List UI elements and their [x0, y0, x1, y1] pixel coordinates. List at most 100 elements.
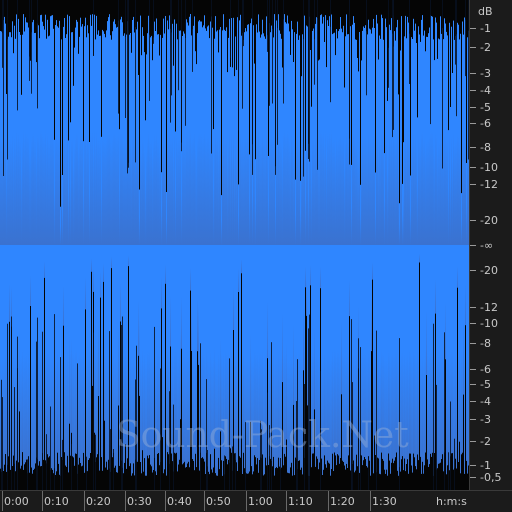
waveform-column-lower — [84, 245, 85, 473]
waveform-gap-line — [450, 401, 451, 490]
waveform-column-upper — [316, 17, 317, 246]
waveform-column-lower — [311, 245, 312, 468]
waveform-column-upper — [386, 27, 387, 246]
waveform-column-upper — [362, 30, 363, 246]
waveform-gap-line — [86, 456, 87, 490]
waveform-column-upper — [29, 56, 30, 245]
waveform-column-lower — [68, 245, 69, 473]
waveform-column-lower — [205, 245, 206, 474]
waveform-column-upper — [195, 51, 196, 246]
waveform-column-upper — [429, 27, 430, 245]
waveform-column-upper — [226, 27, 227, 245]
waveform-column-upper — [12, 21, 13, 245]
db-tick-label: -2 — [480, 435, 491, 448]
waveform-gap-line — [448, 452, 449, 490]
waveform-column-upper — [423, 35, 424, 245]
waveform-column-lower — [236, 245, 237, 463]
waveform-gap-line — [93, 332, 94, 490]
waveform-column-upper — [181, 142, 182, 245]
waveform-column-lower — [126, 245, 127, 469]
waveform-column-upper — [266, 16, 267, 246]
waveform-column-upper — [323, 16, 324, 246]
waveform-column-upper — [112, 31, 113, 246]
waveform-column-upper — [179, 30, 180, 245]
waveform-column-upper — [119, 129, 120, 245]
waveform-column-upper — [126, 34, 127, 245]
waveform-column-lower — [87, 245, 88, 472]
waveform-gap-line — [178, 0, 179, 91]
waveform-column-lower — [4, 245, 5, 465]
db-tick-label: -4 — [480, 395, 491, 408]
waveform-column-upper — [387, 100, 388, 246]
waveform-column-lower — [299, 245, 300, 461]
waveform-gap-line — [317, 0, 318, 170]
waveform-column-upper — [132, 20, 133, 245]
waveform-column-upper — [140, 15, 141, 245]
waveform-column-lower — [113, 245, 114, 453]
waveform-column-upper — [460, 33, 461, 245]
waveform-column-upper — [381, 14, 382, 246]
waveform-column-lower — [215, 245, 216, 474]
waveform-column-upper — [451, 26, 452, 246]
waveform-column-lower — [182, 245, 183, 465]
waveform-column-lower — [451, 245, 452, 454]
waveform-column-upper — [88, 33, 89, 245]
waveform-display[interactable] — [0, 0, 469, 490]
waveform-gap-line — [399, 338, 400, 490]
waveform-column-lower — [349, 245, 350, 317]
waveform-gap-line — [125, 0, 126, 118]
waveform-column-upper — [453, 20, 454, 245]
waveform-column-lower — [45, 245, 46, 461]
waveform-column-upper — [294, 32, 295, 245]
waveform-column-lower — [402, 245, 403, 457]
waveform-column-upper — [342, 32, 343, 246]
waveform-column-lower — [263, 245, 264, 476]
waveform-column-upper — [198, 21, 199, 246]
waveform-column-lower — [8, 245, 9, 457]
waveform-column-lower — [176, 245, 177, 453]
waveform-column-upper — [59, 20, 60, 245]
waveform-column-lower — [401, 245, 402, 460]
waveform-column-lower — [96, 245, 97, 458]
waveform-column-upper — [160, 34, 161, 246]
waveform-column-lower — [124, 245, 125, 463]
db-tick-label: -3 — [480, 413, 491, 426]
waveform-column-upper — [191, 35, 192, 246]
waveform-column-lower — [105, 245, 106, 468]
waveform-column-upper — [35, 32, 36, 246]
waveform-column-upper — [357, 58, 358, 245]
waveform-column-lower — [221, 245, 222, 461]
waveform-gap-line — [36, 341, 37, 490]
waveform-column-lower — [78, 245, 79, 465]
waveform-gap-line — [245, 422, 246, 490]
waveform-column-upper — [64, 18, 65, 245]
waveform-column-lower — [377, 245, 378, 458]
waveform-column-lower — [115, 245, 116, 466]
db-tick — [470, 184, 476, 185]
waveform-column-lower — [300, 245, 301, 470]
waveform-column-lower — [12, 245, 13, 466]
waveform-gap-line — [283, 0, 284, 104]
waveform-column-upper — [129, 34, 130, 246]
waveform-column-upper — [69, 16, 70, 245]
db-tick-label: -1 — [480, 459, 491, 472]
waveform-column-upper — [446, 31, 447, 246]
waveform-column-lower — [411, 245, 412, 466]
waveform-gap-line — [444, 332, 445, 490]
waveform-gap-line — [352, 382, 353, 490]
waveform-column-lower — [34, 245, 35, 469]
waveform-column-upper — [336, 29, 337, 245]
waveform-column-upper — [98, 30, 99, 246]
waveform-column-upper — [107, 21, 108, 245]
waveform-column-upper — [58, 27, 59, 246]
waveform-column-upper — [454, 39, 455, 246]
waveform-column-lower — [241, 245, 242, 274]
waveform-column-upper — [90, 14, 91, 245]
waveform-column-upper — [444, 18, 445, 245]
waveform-column-upper — [19, 32, 20, 245]
waveform-column-upper — [30, 60, 31, 246]
waveform-column-upper — [99, 36, 100, 245]
db-tick — [470, 47, 476, 48]
waveform-gap-line — [271, 342, 272, 490]
waveform-column-upper — [113, 21, 114, 245]
